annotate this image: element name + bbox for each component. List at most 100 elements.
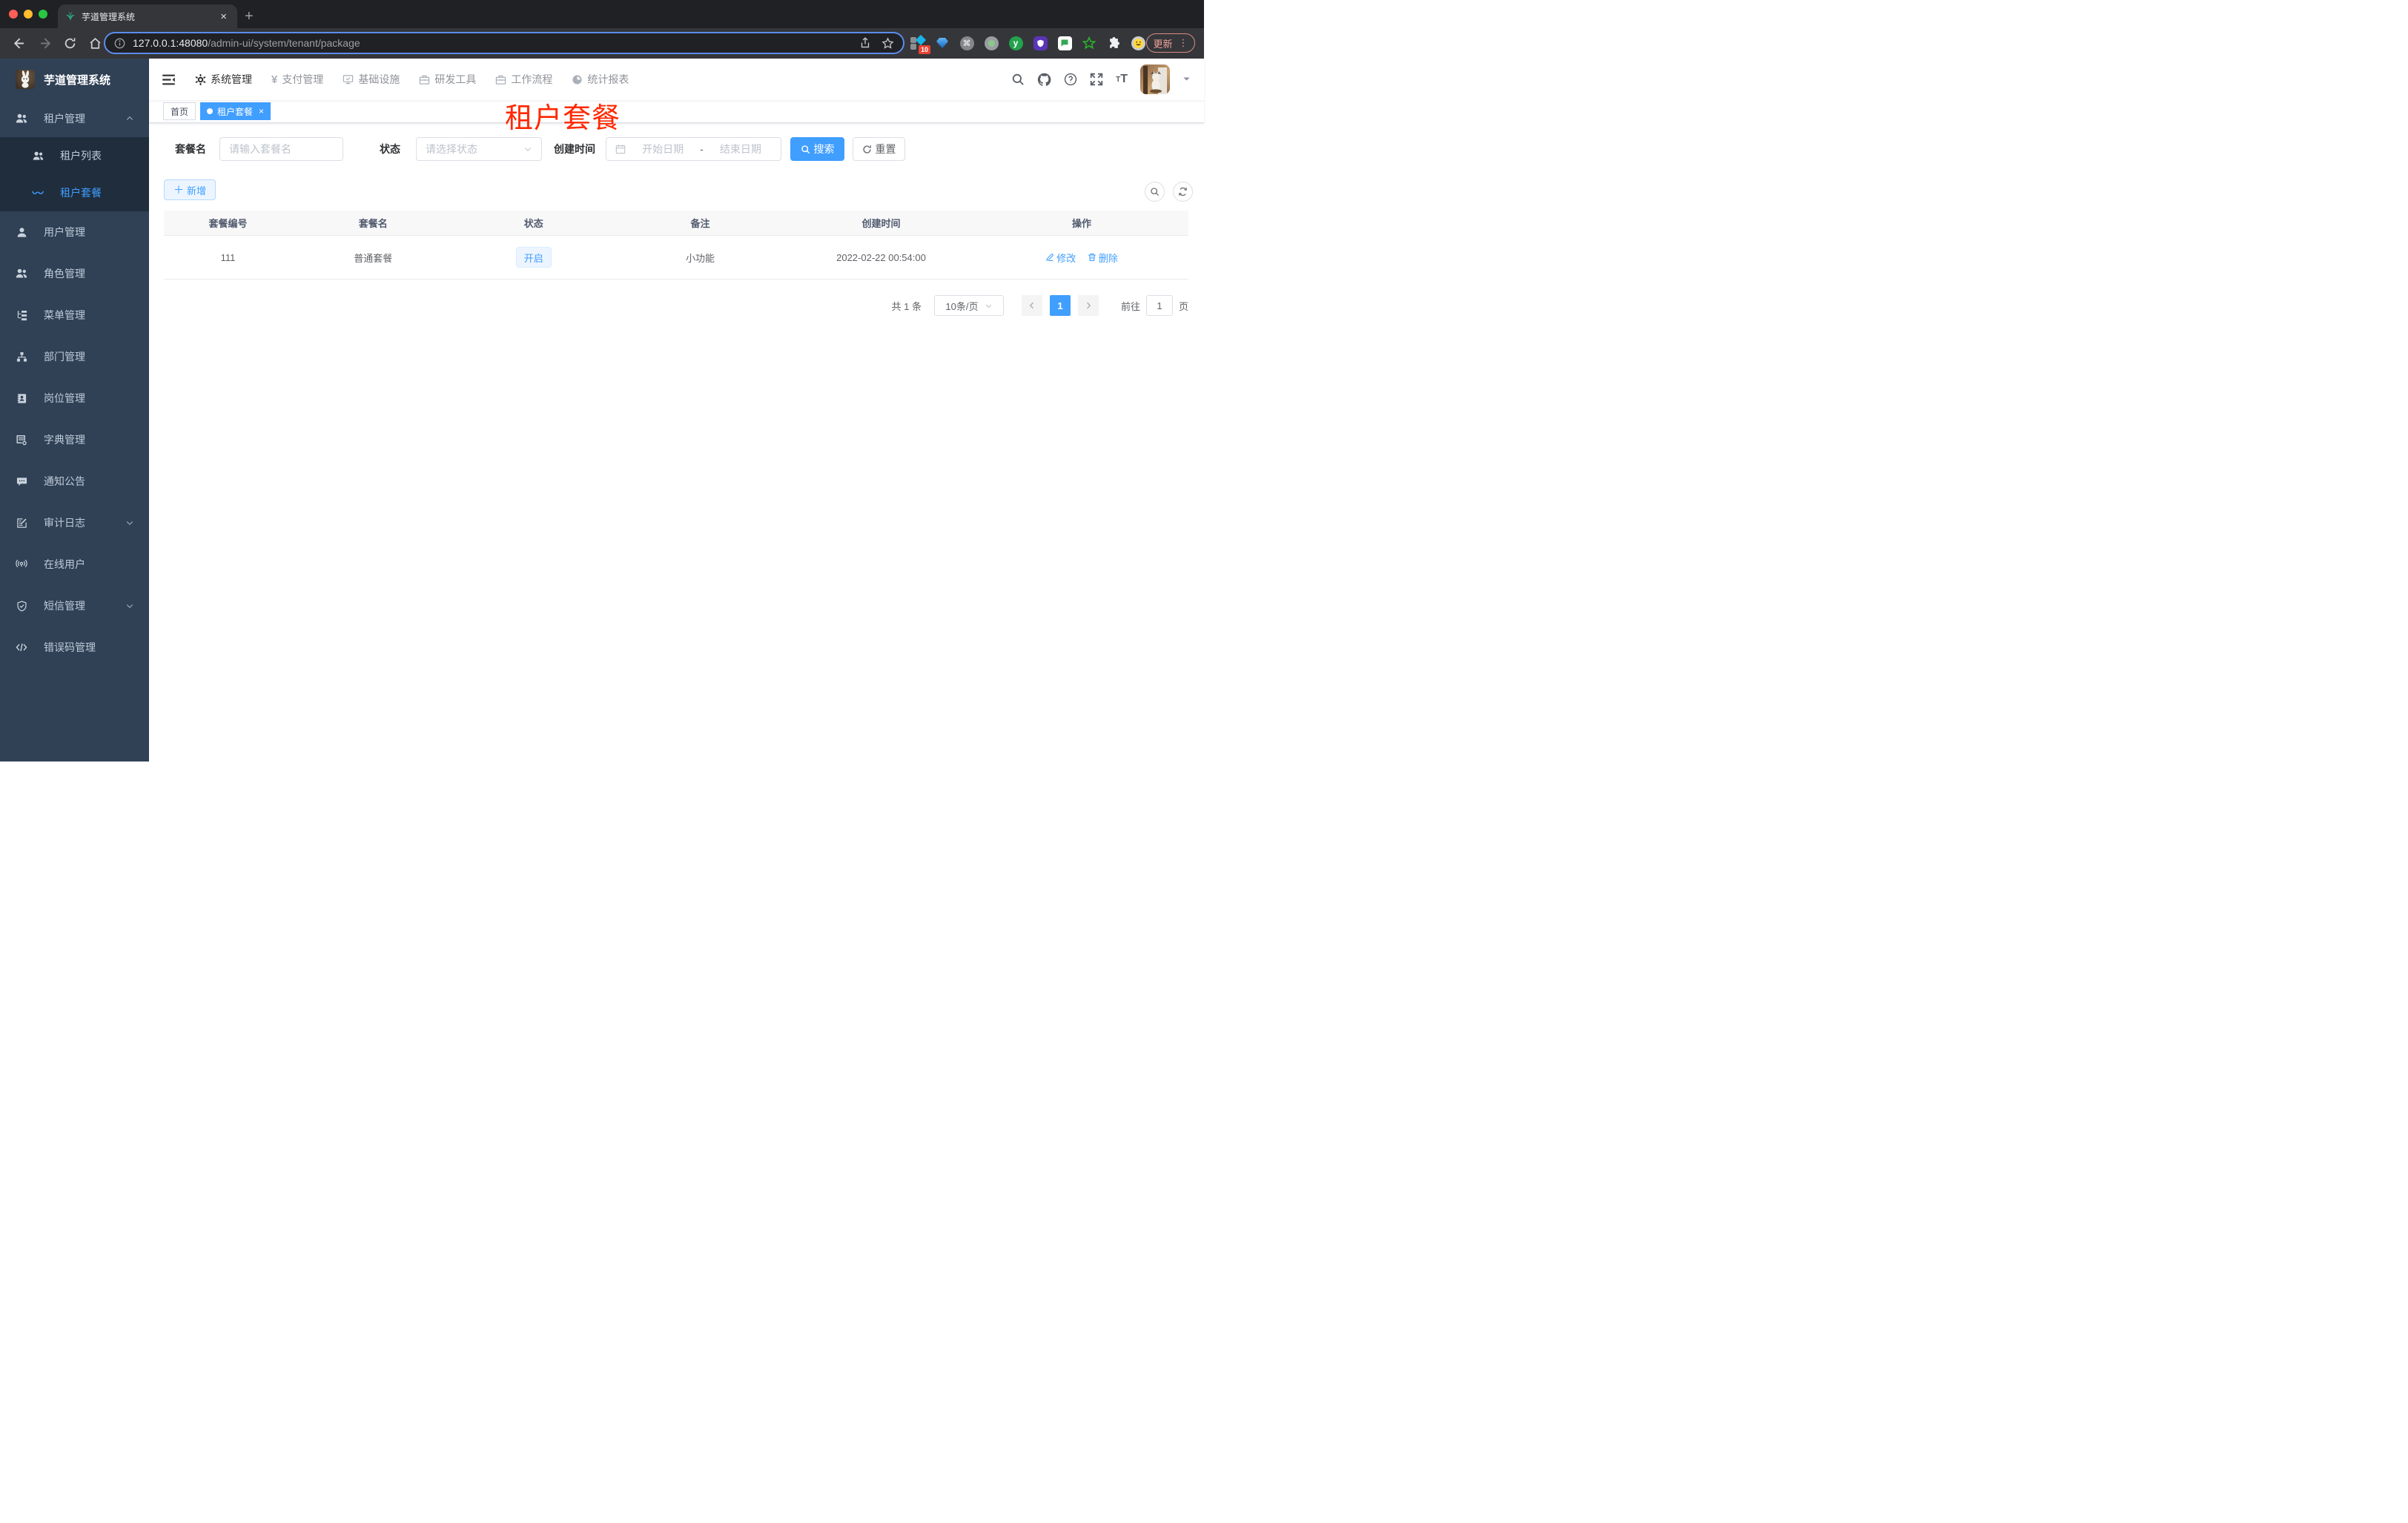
table-search-button[interactable] xyxy=(1145,182,1165,202)
address-bar[interactable]: 127.0.0.1:48080/admin-ui/system/tenant/p… xyxy=(104,32,904,54)
nav-item-infrastructure[interactable]: 基础设施 xyxy=(343,72,400,87)
start-date-placeholder: 开始日期 xyxy=(642,143,684,155)
annotation-text: 租户套餐 xyxy=(505,103,621,134)
delete-link[interactable]: 删除 xyxy=(1088,251,1118,265)
extension-y-icon[interactable]: y xyxy=(1008,36,1023,50)
sidebar-item-online-users[interactable]: 在线用户 xyxy=(0,544,149,585)
tag-tenant-package[interactable]: 租户套餐 × xyxy=(200,102,271,120)
browser-update-button[interactable]: 更新 ⋮ xyxy=(1146,33,1195,53)
sidebar-item-label: 审计日志 xyxy=(44,517,85,529)
sidebar-item-audit-log[interactable]: 审计日志 xyxy=(0,502,149,544)
chevron-down-icon xyxy=(125,601,134,610)
extension-tabs-icon[interactable]: 10 xyxy=(910,34,930,54)
extension-dot-icon[interactable] xyxy=(984,36,999,50)
package-name-input[interactable]: 请输入套餐名 xyxy=(219,137,343,161)
sidebar-item-notice[interactable]: 通知公告 xyxy=(0,460,149,502)
edit-label: 修改 xyxy=(1056,252,1076,264)
tab-close-icon[interactable]: × xyxy=(217,10,230,23)
extension-star-icon[interactable] xyxy=(1082,36,1096,50)
extension-badge: 10 xyxy=(918,45,930,54)
date-separator: - xyxy=(700,143,704,155)
extension-chat-icon[interactable] xyxy=(1057,36,1072,50)
browser-menu-icon[interactable]: ⋮ xyxy=(1179,37,1188,49)
prev-page-button[interactable] xyxy=(1021,295,1042,316)
table-refresh-button[interactable] xyxy=(1173,182,1193,202)
date-range-picker[interactable]: 开始日期 - 结束日期 xyxy=(606,137,781,161)
input-placeholder: 请输入套餐名 xyxy=(229,143,291,155)
page-number-button[interactable]: 1 xyxy=(1049,295,1071,316)
browser-tab[interactable]: 芋道管理系统 × xyxy=(58,4,237,28)
extension-emoji-icon[interactable] xyxy=(1131,36,1145,50)
end-date-placeholder: 结束日期 xyxy=(719,143,761,155)
sidebar-item-error-code[interactable]: 错误码管理 xyxy=(0,627,149,668)
github-icon[interactable] xyxy=(1037,73,1051,87)
sidebar-item-post-management[interactable]: 岗位管理 xyxy=(0,377,149,419)
search-button[interactable]: 搜索 xyxy=(790,137,844,161)
sidebar-collapse-icon[interactable] xyxy=(162,73,176,87)
share-icon[interactable] xyxy=(859,37,871,49)
nav-label: 工作流程 xyxy=(511,73,553,85)
glasses-icon xyxy=(32,187,44,199)
reload-button[interactable] xyxy=(59,33,80,54)
sidebar-item-dept-management[interactable]: 部门管理 xyxy=(0,336,149,377)
sidebar-item-sms-management[interactable]: 短信管理 xyxy=(0,585,149,627)
tag-home[interactable]: 首页 xyxy=(163,102,196,120)
status-badge: 开启 xyxy=(515,247,552,268)
search-button-label: 搜索 xyxy=(813,143,835,155)
site-info-icon[interactable] xyxy=(114,38,125,49)
nav-item-workflow[interactable]: 工作流程 xyxy=(495,72,552,87)
forward-button[interactable] xyxy=(36,33,56,54)
nav-item-dev-tools[interactable]: 研发工具 xyxy=(419,72,476,87)
nav-item-report[interactable]: 统计报表 xyxy=(572,72,629,87)
maximize-window-button[interactable] xyxy=(39,10,47,19)
sidebar-item-label: 角色管理 xyxy=(44,268,85,280)
sidebar-item-tenant-package[interactable]: 租户套餐 xyxy=(0,174,149,211)
sidebar-item-label: 租户管理 xyxy=(44,113,85,125)
nav-label: 支付管理 xyxy=(282,73,324,85)
sidebar-item-tenant-list[interactable]: 租户列表 xyxy=(0,137,149,174)
goto-page-input[interactable]: 1 xyxy=(1145,295,1173,316)
next-page-button[interactable] xyxy=(1077,295,1099,316)
dashboard-icon xyxy=(572,74,583,85)
home-button[interactable] xyxy=(85,33,105,54)
fullscreen-icon[interactable] xyxy=(1090,73,1103,86)
tags-view: 首页 租户套餐 × xyxy=(149,100,1204,123)
sidebar-item-tenant-management[interactable]: 租户管理 xyxy=(0,100,149,137)
monitor-icon xyxy=(343,74,354,85)
sidebar-item-role-management[interactable]: 角色管理 xyxy=(0,253,149,294)
minimize-window-button[interactable] xyxy=(24,10,33,19)
back-button[interactable] xyxy=(7,33,28,54)
url-text[interactable]: 127.0.0.1:48080/admin-ui/system/tenant/p… xyxy=(133,37,849,49)
add-button[interactable]: ＋ 新增 xyxy=(164,179,216,200)
extension-gem-icon[interactable] xyxy=(935,36,950,50)
shield-check-icon xyxy=(16,600,27,612)
col-header-created: 创建时间 xyxy=(861,218,901,229)
help-icon[interactable] xyxy=(1064,73,1077,86)
status-select[interactable]: 请选择状态 xyxy=(416,137,542,161)
extension-command-icon[interactable]: ⌘ xyxy=(959,36,974,50)
sidebar-item-label: 字典管理 xyxy=(44,434,85,446)
nav-item-payment[interactable]: ¥ 支付管理 xyxy=(271,72,323,87)
new-tab-button[interactable]: + xyxy=(245,6,254,27)
font-size-icon[interactable]: TT xyxy=(1116,73,1128,86)
nav-item-system[interactable]: 系统管理 xyxy=(195,72,252,87)
browser-tab-bar: 芋道管理系统 × + xyxy=(0,0,1204,28)
extension-shield-icon[interactable] xyxy=(1033,36,1048,50)
extension-puzzle-icon[interactable] xyxy=(1106,36,1121,50)
logo-row[interactable]: 芋道管理系统 xyxy=(0,59,149,100)
tag-close-icon[interactable]: × xyxy=(259,106,264,116)
search-icon[interactable] xyxy=(1011,73,1025,86)
user-avatar[interactable] xyxy=(1140,65,1170,94)
edit-link[interactable]: 修改 xyxy=(1045,251,1076,265)
nav-label: 统计报表 xyxy=(587,73,629,85)
reset-button[interactable]: 重置 xyxy=(853,137,905,161)
close-window-button[interactable] xyxy=(9,10,18,19)
page-size-select[interactable]: 10条/页 xyxy=(933,295,1004,316)
broadcast-icon xyxy=(16,558,27,570)
avatar-caret-icon[interactable] xyxy=(1182,73,1191,85)
sidebar-item-user-management[interactable]: 用户管理 xyxy=(0,211,149,253)
sidebar-item-dict-management[interactable]: 字典管理 xyxy=(0,419,149,460)
tab-title: 芋道管理系统 xyxy=(82,11,136,22)
bookmark-star-icon[interactable] xyxy=(882,36,894,50)
sidebar-item-menu-management[interactable]: 菜单管理 xyxy=(0,294,149,336)
